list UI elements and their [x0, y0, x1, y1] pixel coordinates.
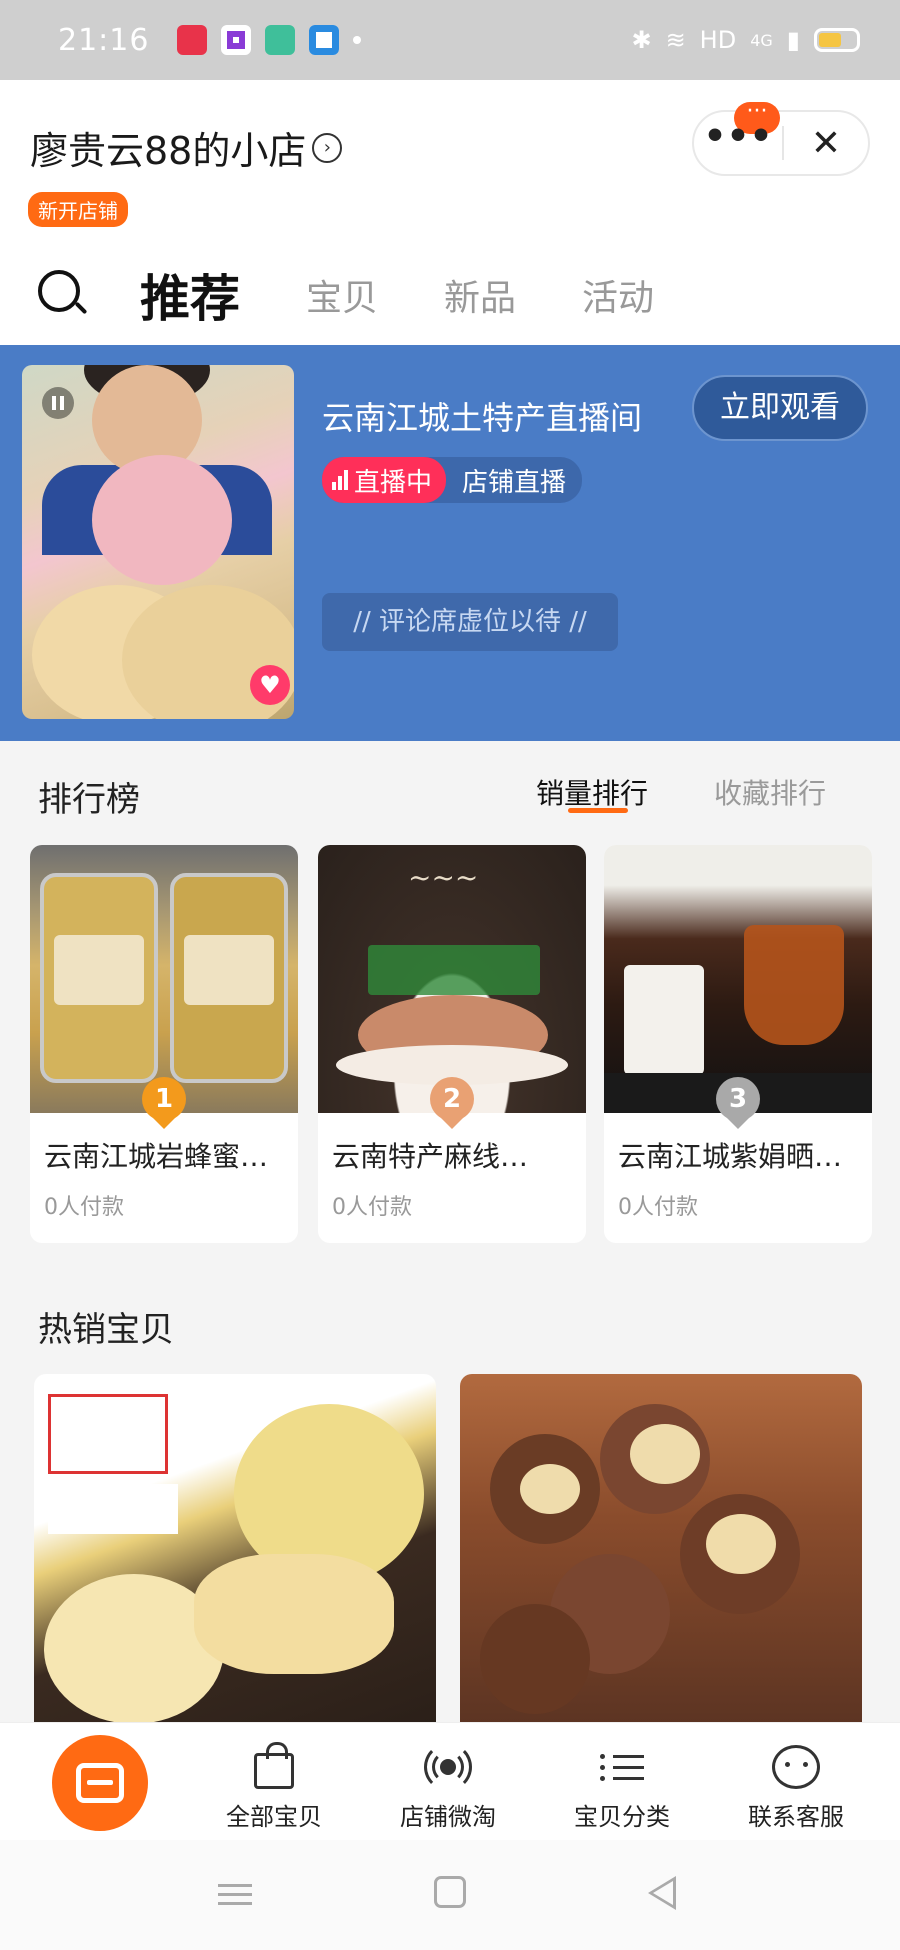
- shopping-bag-icon: [254, 1742, 294, 1789]
- mini-program-capsule: ··· ••• ✕: [692, 101, 870, 176]
- hot-product-card[interactable]: [34, 1374, 436, 1734]
- ranking-item[interactable]: ~~~ 2 云南特产麻线… 0人付款: [318, 845, 586, 1243]
- ranking-item[interactable]: 3 云南江城紫娟晒… 0人付款: [604, 845, 872, 1243]
- product-image: 1: [30, 845, 298, 1129]
- product-name: 云南江城岩蜂蜜…: [44, 1140, 269, 1173]
- ranking-item[interactable]: 1 云南江城岩蜂蜜… 0人付款: [30, 845, 298, 1243]
- product-image: ~~~ 2: [318, 845, 586, 1129]
- heart-icon[interactable]: ♥: [250, 665, 290, 705]
- nav-all-products[interactable]: 全部宝贝: [204, 1741, 344, 1832]
- nav-shop-feed[interactable]: 店铺微淘: [378, 1741, 518, 1832]
- home-button[interactable]: [434, 1876, 466, 1908]
- tab-products[interactable]: 宝贝: [306, 269, 378, 321]
- product-sold-count: 0人付款: [618, 1195, 698, 1220]
- nav-label: 店铺微淘: [400, 1803, 496, 1831]
- live-stream-banner[interactable]: ♥ 云南江城土特产直播间 立即观看 直播中 店铺直播 // 评论席虚位以待 //: [0, 345, 900, 741]
- more-button[interactable]: •••: [694, 119, 782, 155]
- battery-icon: [814, 28, 860, 52]
- more-notifications-icon: [353, 36, 362, 44]
- signal-icon: ▮: [786, 26, 800, 54]
- product-image: 3: [604, 845, 872, 1129]
- customer-service-icon: [772, 1745, 820, 1789]
- broadcast-icon: [423, 1743, 473, 1791]
- rank-medal-1: 1: [140, 1077, 188, 1129]
- nav-categories[interactable]: 宝贝分类: [552, 1741, 692, 1832]
- network-type: HD: [699, 26, 737, 54]
- list-icon: [600, 1748, 644, 1787]
- app-notification-icon: [265, 25, 296, 55]
- tab-sales-ranking[interactable]: 销量排行: [536, 772, 648, 812]
- product-name: 云南江城紫娟晒…: [618, 1140, 843, 1173]
- recent-apps-button[interactable]: [218, 1878, 252, 1911]
- status-time: 21:16: [58, 22, 150, 58]
- shop-nav-tabs: 推荐 宝贝 新品 活动: [0, 250, 900, 340]
- comment-placeholder[interactable]: // 评论席虚位以待 //: [322, 593, 618, 651]
- shop-name-link[interactable]: 廖贵云88的小店 ›: [30, 120, 343, 175]
- bottom-nav: 全部宝贝 店铺微淘 宝贝分类 联系客服: [0, 1722, 900, 1840]
- ranking-title: 排行榜: [38, 780, 140, 820]
- active-tab-indicator: [568, 808, 628, 813]
- live-bars-icon: [332, 470, 348, 490]
- search-icon[interactable]: [36, 268, 90, 322]
- nav-label: 联系客服: [748, 1803, 844, 1831]
- tab-activities[interactable]: 活动: [582, 269, 654, 321]
- nav-customer-service[interactable]: 联系客服: [726, 1741, 866, 1832]
- system-nav-bar: [0, 1840, 900, 1950]
- product-sold-count: 0人付款: [332, 1195, 412, 1220]
- shop-name: 廖贵云88的小店: [30, 129, 307, 173]
- shop-home-button[interactable]: [52, 1735, 148, 1831]
- signal-type: 4G: [750, 30, 773, 50]
- live-tags: 直播中 店铺直播: [322, 457, 583, 503]
- live-status-badge: 直播中: [322, 457, 447, 503]
- tab-new[interactable]: 新品: [444, 269, 516, 321]
- live-status-text: 直播中: [354, 467, 433, 498]
- product-sold-count: 0人付款: [44, 1195, 124, 1220]
- live-title: 云南江城土特产直播间: [322, 399, 643, 437]
- status-right: ✱ ≋ HD 4G ▮: [631, 26, 860, 54]
- app-notification-icon: [221, 25, 252, 55]
- rank-medal-2: 2: [428, 1077, 476, 1129]
- app-notification-icon: [177, 25, 208, 55]
- tab-favorites-ranking[interactable]: 收藏排行: [714, 772, 826, 812]
- chevron-right-icon: ›: [312, 132, 343, 163]
- pause-icon[interactable]: [42, 387, 74, 419]
- new-shop-badge: 新开店铺: [28, 192, 128, 227]
- shop-icon: [76, 1763, 124, 1803]
- close-button[interactable]: ✕: [784, 123, 868, 164]
- live-thumbnail[interactable]: ♥: [22, 365, 294, 719]
- product-name: 云南特产麻线…: [332, 1140, 529, 1173]
- shop-header: 廖贵云88的小店 › 新开店铺 ··· ••• ✕ 推荐 宝贝 新品 活动: [0, 80, 900, 345]
- rank-medal-3: 3: [714, 1077, 762, 1129]
- nav-label: 宝贝分类: [574, 1803, 670, 1831]
- notification-icons: [177, 25, 362, 55]
- hot-products-title: 热销宝贝: [38, 1310, 174, 1350]
- status-bar: 21:16 ✱ ≋ HD 4G ▮: [0, 0, 900, 80]
- watch-now-button[interactable]: 立即观看: [692, 375, 868, 441]
- app-notification-icon: [309, 25, 340, 55]
- bluetooth-icon: ✱: [631, 26, 652, 54]
- wifi-icon: ≋: [665, 26, 686, 54]
- live-type: 店铺直播: [462, 467, 567, 498]
- back-button[interactable]: [648, 1876, 676, 1910]
- nav-label: 全部宝贝: [226, 1803, 322, 1831]
- tab-recommend[interactable]: 推荐: [140, 259, 240, 331]
- hot-product-card[interactable]: [460, 1374, 862, 1734]
